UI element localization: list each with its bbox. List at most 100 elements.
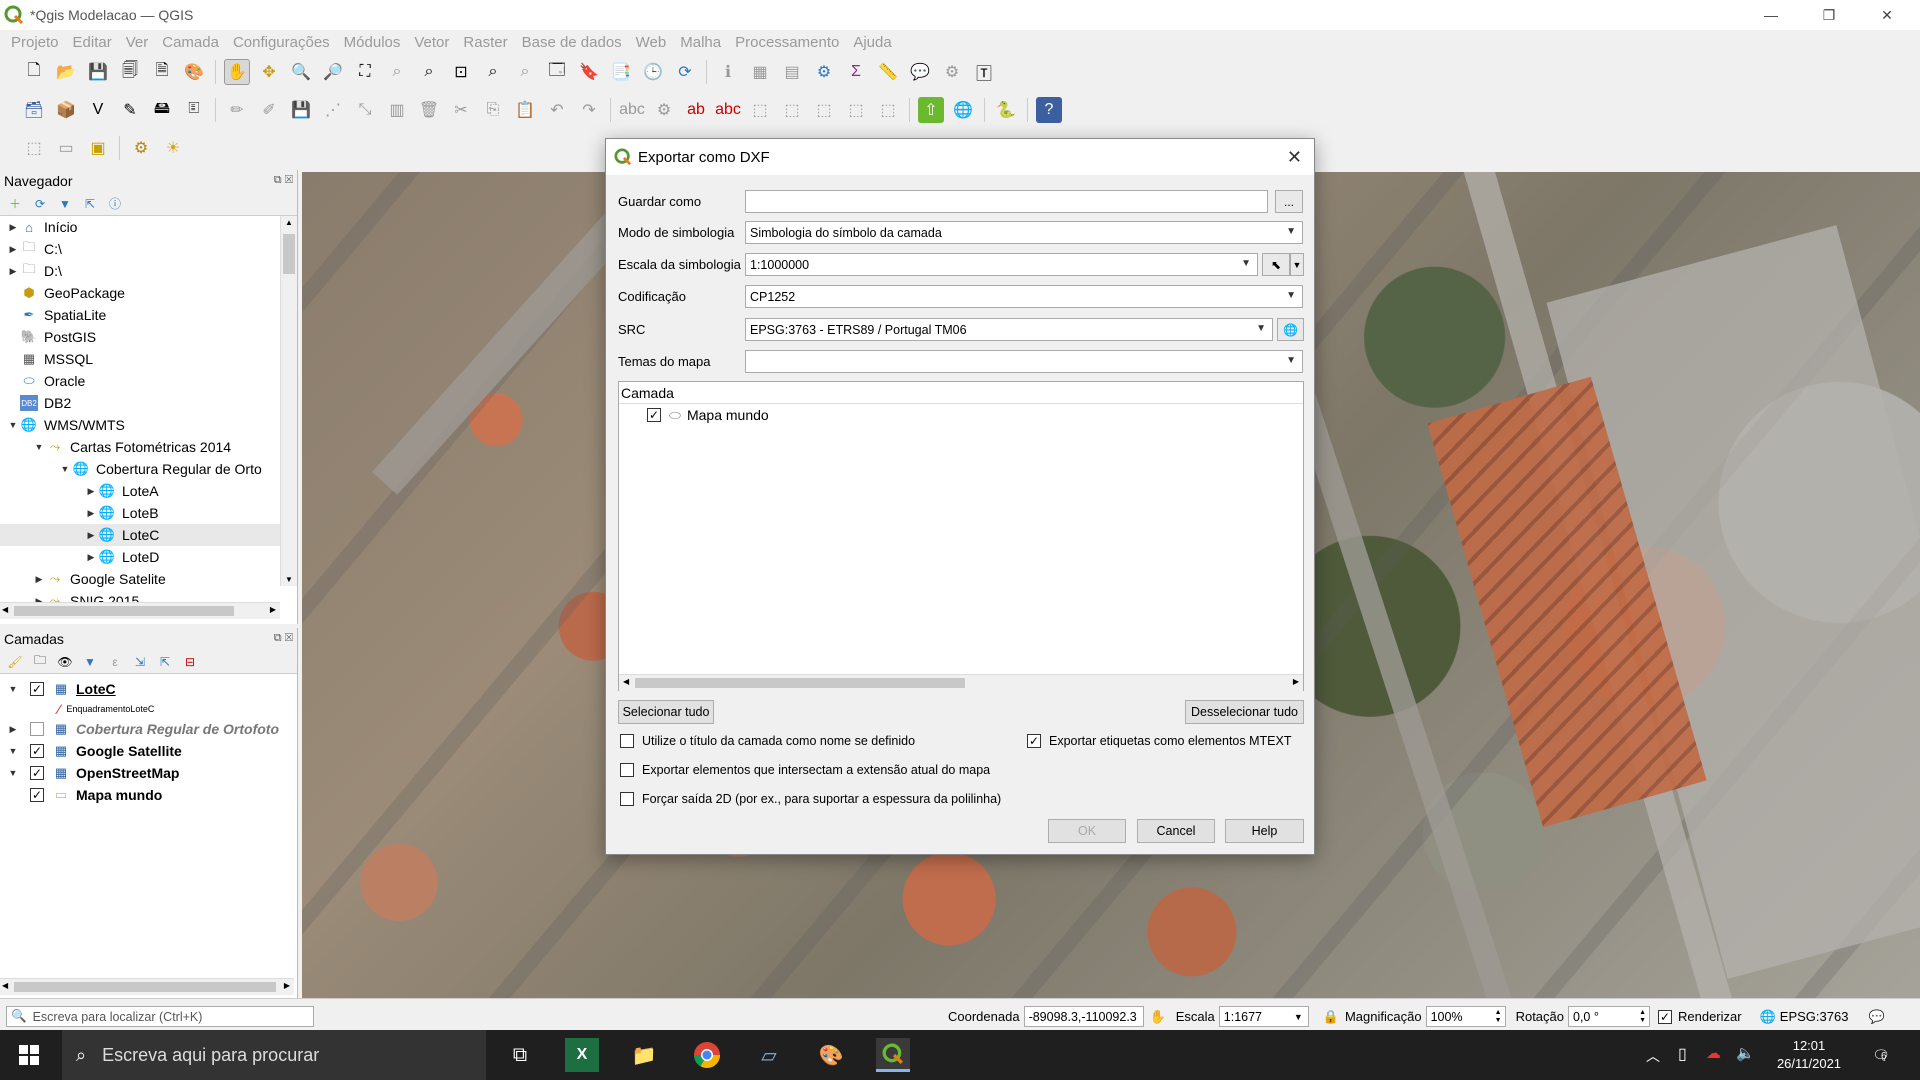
new-shapefile-icon[interactable]: ✎ bbox=[117, 97, 143, 123]
cut-features-icon[interactable]: ✂ bbox=[448, 97, 474, 123]
menu-vetor[interactable]: Vetor bbox=[414, 34, 449, 51]
layer-item[interactable]: ▶ ▦ Cobertura Regular de Ortofoto bbox=[0, 718, 297, 740]
close-button[interactable]: ✕ bbox=[1864, 0, 1910, 30]
info-icon[interactable]: ⓘ bbox=[106, 195, 124, 213]
taskbar-search-box[interactable]: ⌕ Escreva aqui para procurar bbox=[62, 1030, 486, 1080]
edit-icon[interactable]: ✏ bbox=[224, 97, 250, 123]
plugin-gear-icon[interactable]: ⚙ bbox=[128, 135, 154, 161]
crs-globe-icon[interactable]: 🌐 bbox=[1760, 1009, 1776, 1025]
paint-app-icon[interactable]: 🎨 bbox=[814, 1038, 848, 1072]
chevron-right-icon[interactable]: ▶ bbox=[6, 724, 20, 735]
locator-input[interactable]: 🔍 Escreva para localizar (Ctrl+K) bbox=[6, 1006, 314, 1027]
select-features-area-icon[interactable]: ⬚ bbox=[21, 135, 47, 161]
add-selected-layers-icon[interactable]: ＋ bbox=[6, 195, 24, 213]
chevron-down-icon[interactable]: ▼ bbox=[32, 442, 46, 452]
force-2d-checkbox[interactable] bbox=[620, 792, 634, 806]
chevron-up-icon[interactable]: ︿ bbox=[1646, 1046, 1660, 1066]
chevron-right-icon[interactable]: ▶ bbox=[84, 486, 98, 497]
layer-visibility-checkbox[interactable]: ✓ bbox=[30, 788, 44, 802]
pan-to-selection-icon[interactable]: ✥ bbox=[256, 59, 282, 85]
chevron-down-icon[interactable]: ▼ bbox=[6, 768, 20, 778]
vertex-tool-icon[interactable]: ⤡ bbox=[352, 97, 378, 123]
chevron-down-icon[interactable]: ▼ bbox=[6, 746, 20, 756]
deselect-all-icon[interactable]: ▣ bbox=[85, 135, 111, 161]
navigator-vscroll[interactable]: ▲ ▼ bbox=[280, 216, 297, 586]
remove-layer-icon[interactable]: ⊟ bbox=[181, 653, 199, 671]
zoom-layer-icon[interactable]: ⌕ bbox=[416, 59, 442, 85]
network-icon[interactable]: ☁ bbox=[1706, 1044, 1721, 1062]
select-features-icon[interactable]: ⚙ bbox=[939, 59, 965, 85]
layer-checkbox[interactable]: ✓ bbox=[647, 408, 661, 422]
intersect-checkbox[interactable] bbox=[620, 763, 634, 777]
save-project-icon[interactable]: 💾 bbox=[85, 59, 111, 85]
add-vector-layer-icon[interactable]: V bbox=[85, 97, 111, 123]
open-layer-styling-icon[interactable]: 🖌 bbox=[6, 653, 24, 671]
option-intersect[interactable]: Exportar elementos que intersectam a ext… bbox=[620, 763, 990, 777]
new-temp-layer-icon[interactable]: 🖴 bbox=[149, 97, 175, 123]
menu-ver[interactable]: Ver bbox=[126, 34, 149, 51]
navigator-item[interactable]: ▼ 🌐 Cobertura Regular de Orto bbox=[0, 458, 297, 480]
label-diagram-icon[interactable]: ⬚ bbox=[875, 97, 901, 123]
toggle-editing-icon[interactable]: ✐ bbox=[256, 97, 282, 123]
menu-processamento[interactable]: Processamento bbox=[735, 34, 839, 51]
new-virtual-layer-icon[interactable]: 🗉 bbox=[181, 97, 207, 123]
layer-visibility-checkbox[interactable]: ✓ bbox=[30, 766, 44, 780]
chevron-right-icon[interactable]: ▶ bbox=[84, 530, 98, 541]
layer-title-checkbox[interactable] bbox=[620, 734, 634, 748]
chrome-icon[interactable] bbox=[690, 1038, 724, 1072]
label-tool-icon[interactable]: abc bbox=[619, 97, 645, 123]
navigator-item[interactable]: DB2 DB2 bbox=[0, 392, 297, 414]
navigator-item[interactable]: ▶ ⌂ Início bbox=[0, 216, 297, 238]
menu-web[interactable]: Web bbox=[636, 34, 667, 51]
paste-features-icon[interactable]: 📋 bbox=[512, 97, 538, 123]
chevron-down-icon[interactable]: ▼ bbox=[58, 464, 72, 474]
label-move-icon[interactable]: ⬚ bbox=[747, 97, 773, 123]
navigator-item[interactable]: ▼ ⤳ Cartas Fotométricas 2014 bbox=[0, 436, 297, 458]
chevron-right-icon[interactable]: ▶ bbox=[6, 244, 20, 255]
menu-malha[interactable]: Malha bbox=[680, 34, 721, 51]
label-pin-icon[interactable]: abc bbox=[715, 97, 741, 123]
qgis-taskbar-icon[interactable] bbox=[876, 1038, 910, 1072]
crs-select[interactable]: EPSG:3763 - ETRS89 / Portugal TM06 ▼ bbox=[745, 318, 1273, 341]
layer-row[interactable]: ✓ ⬭ Mapa mundo bbox=[619, 404, 1303, 426]
navigator-item[interactable]: ▶ ⤳ Google Satelite bbox=[0, 568, 297, 590]
plugin-globe-icon[interactable]: 🌐 bbox=[950, 97, 976, 123]
navigator-item[interactable]: ⬭ Oracle bbox=[0, 370, 297, 392]
symbology-scale-combo[interactable]: 1:1000000 ▼ bbox=[745, 253, 1258, 276]
help-icon[interactable]: ? bbox=[1036, 97, 1062, 123]
measure-icon[interactable]: 📏 bbox=[875, 59, 901, 85]
file-explorer-icon[interactable]: 📁 bbox=[627, 1038, 661, 1072]
minimize-button[interactable]: — bbox=[1748, 0, 1794, 30]
magnification-spinbox[interactable]: 100% ▲ ▼ bbox=[1425, 1006, 1506, 1027]
undo-icon[interactable]: ↶ bbox=[544, 97, 570, 123]
layer-item[interactable]: ▼ ✓ ▦ LoteC bbox=[0, 678, 297, 700]
filter-expression-icon[interactable]: ε bbox=[106, 653, 124, 671]
filter-legend-icon[interactable]: ▼ bbox=[81, 653, 99, 671]
select-by-value-icon[interactable]: ▭ bbox=[53, 135, 79, 161]
layer-item[interactable]: ▼ ✓ ▦ OpenStreetMap bbox=[0, 762, 297, 784]
device-icon[interactable]: ▯ bbox=[1678, 1044, 1687, 1064]
select-all-button[interactable]: Selecionar tudo bbox=[618, 700, 714, 724]
navigator-item[interactable]: ▶ 🗀 C:\ bbox=[0, 238, 297, 260]
expand-all-icon[interactable]: ⇲ bbox=[131, 653, 149, 671]
zoom-native-icon[interactable]: ⊡ bbox=[448, 59, 474, 85]
open-project-icon[interactable]: 📂 bbox=[53, 59, 79, 85]
menu-raster[interactable]: Raster bbox=[463, 34, 507, 51]
menu-configuracoes[interactable]: Configurações bbox=[233, 34, 330, 51]
scale-from-map-button[interactable]: ⬉ bbox=[1262, 253, 1290, 276]
windows-start-icon[interactable] bbox=[12, 1038, 46, 1072]
help-button[interactable]: Help bbox=[1225, 819, 1304, 843]
navigator-item[interactable]: 🐘 PostGIS bbox=[0, 326, 297, 348]
layer-visibility-checkbox[interactable] bbox=[30, 722, 44, 736]
add-group-icon[interactable]: 🗀 bbox=[31, 653, 49, 671]
chevron-right-icon[interactable]: ▶ bbox=[6, 222, 20, 233]
processing-toolbox-icon[interactable]: ⚙ bbox=[811, 59, 837, 85]
label-settings-icon[interactable]: ⚙ bbox=[651, 97, 677, 123]
mtext-checkbox[interactable]: ✓ bbox=[1027, 734, 1041, 748]
copy-features-icon[interactable]: ⎘ bbox=[480, 97, 506, 123]
scale-menu-button[interactable]: ▼ bbox=[1290, 253, 1304, 276]
text-annotation-icon[interactable]: 🅃 bbox=[971, 59, 997, 85]
coordinate-field[interactable]: -89098.3,-110092.3 bbox=[1023, 1006, 1144, 1027]
option-layer-title[interactable]: Utilize o título da camada como nome se … bbox=[620, 734, 915, 748]
save-as-input[interactable] bbox=[745, 190, 1268, 213]
